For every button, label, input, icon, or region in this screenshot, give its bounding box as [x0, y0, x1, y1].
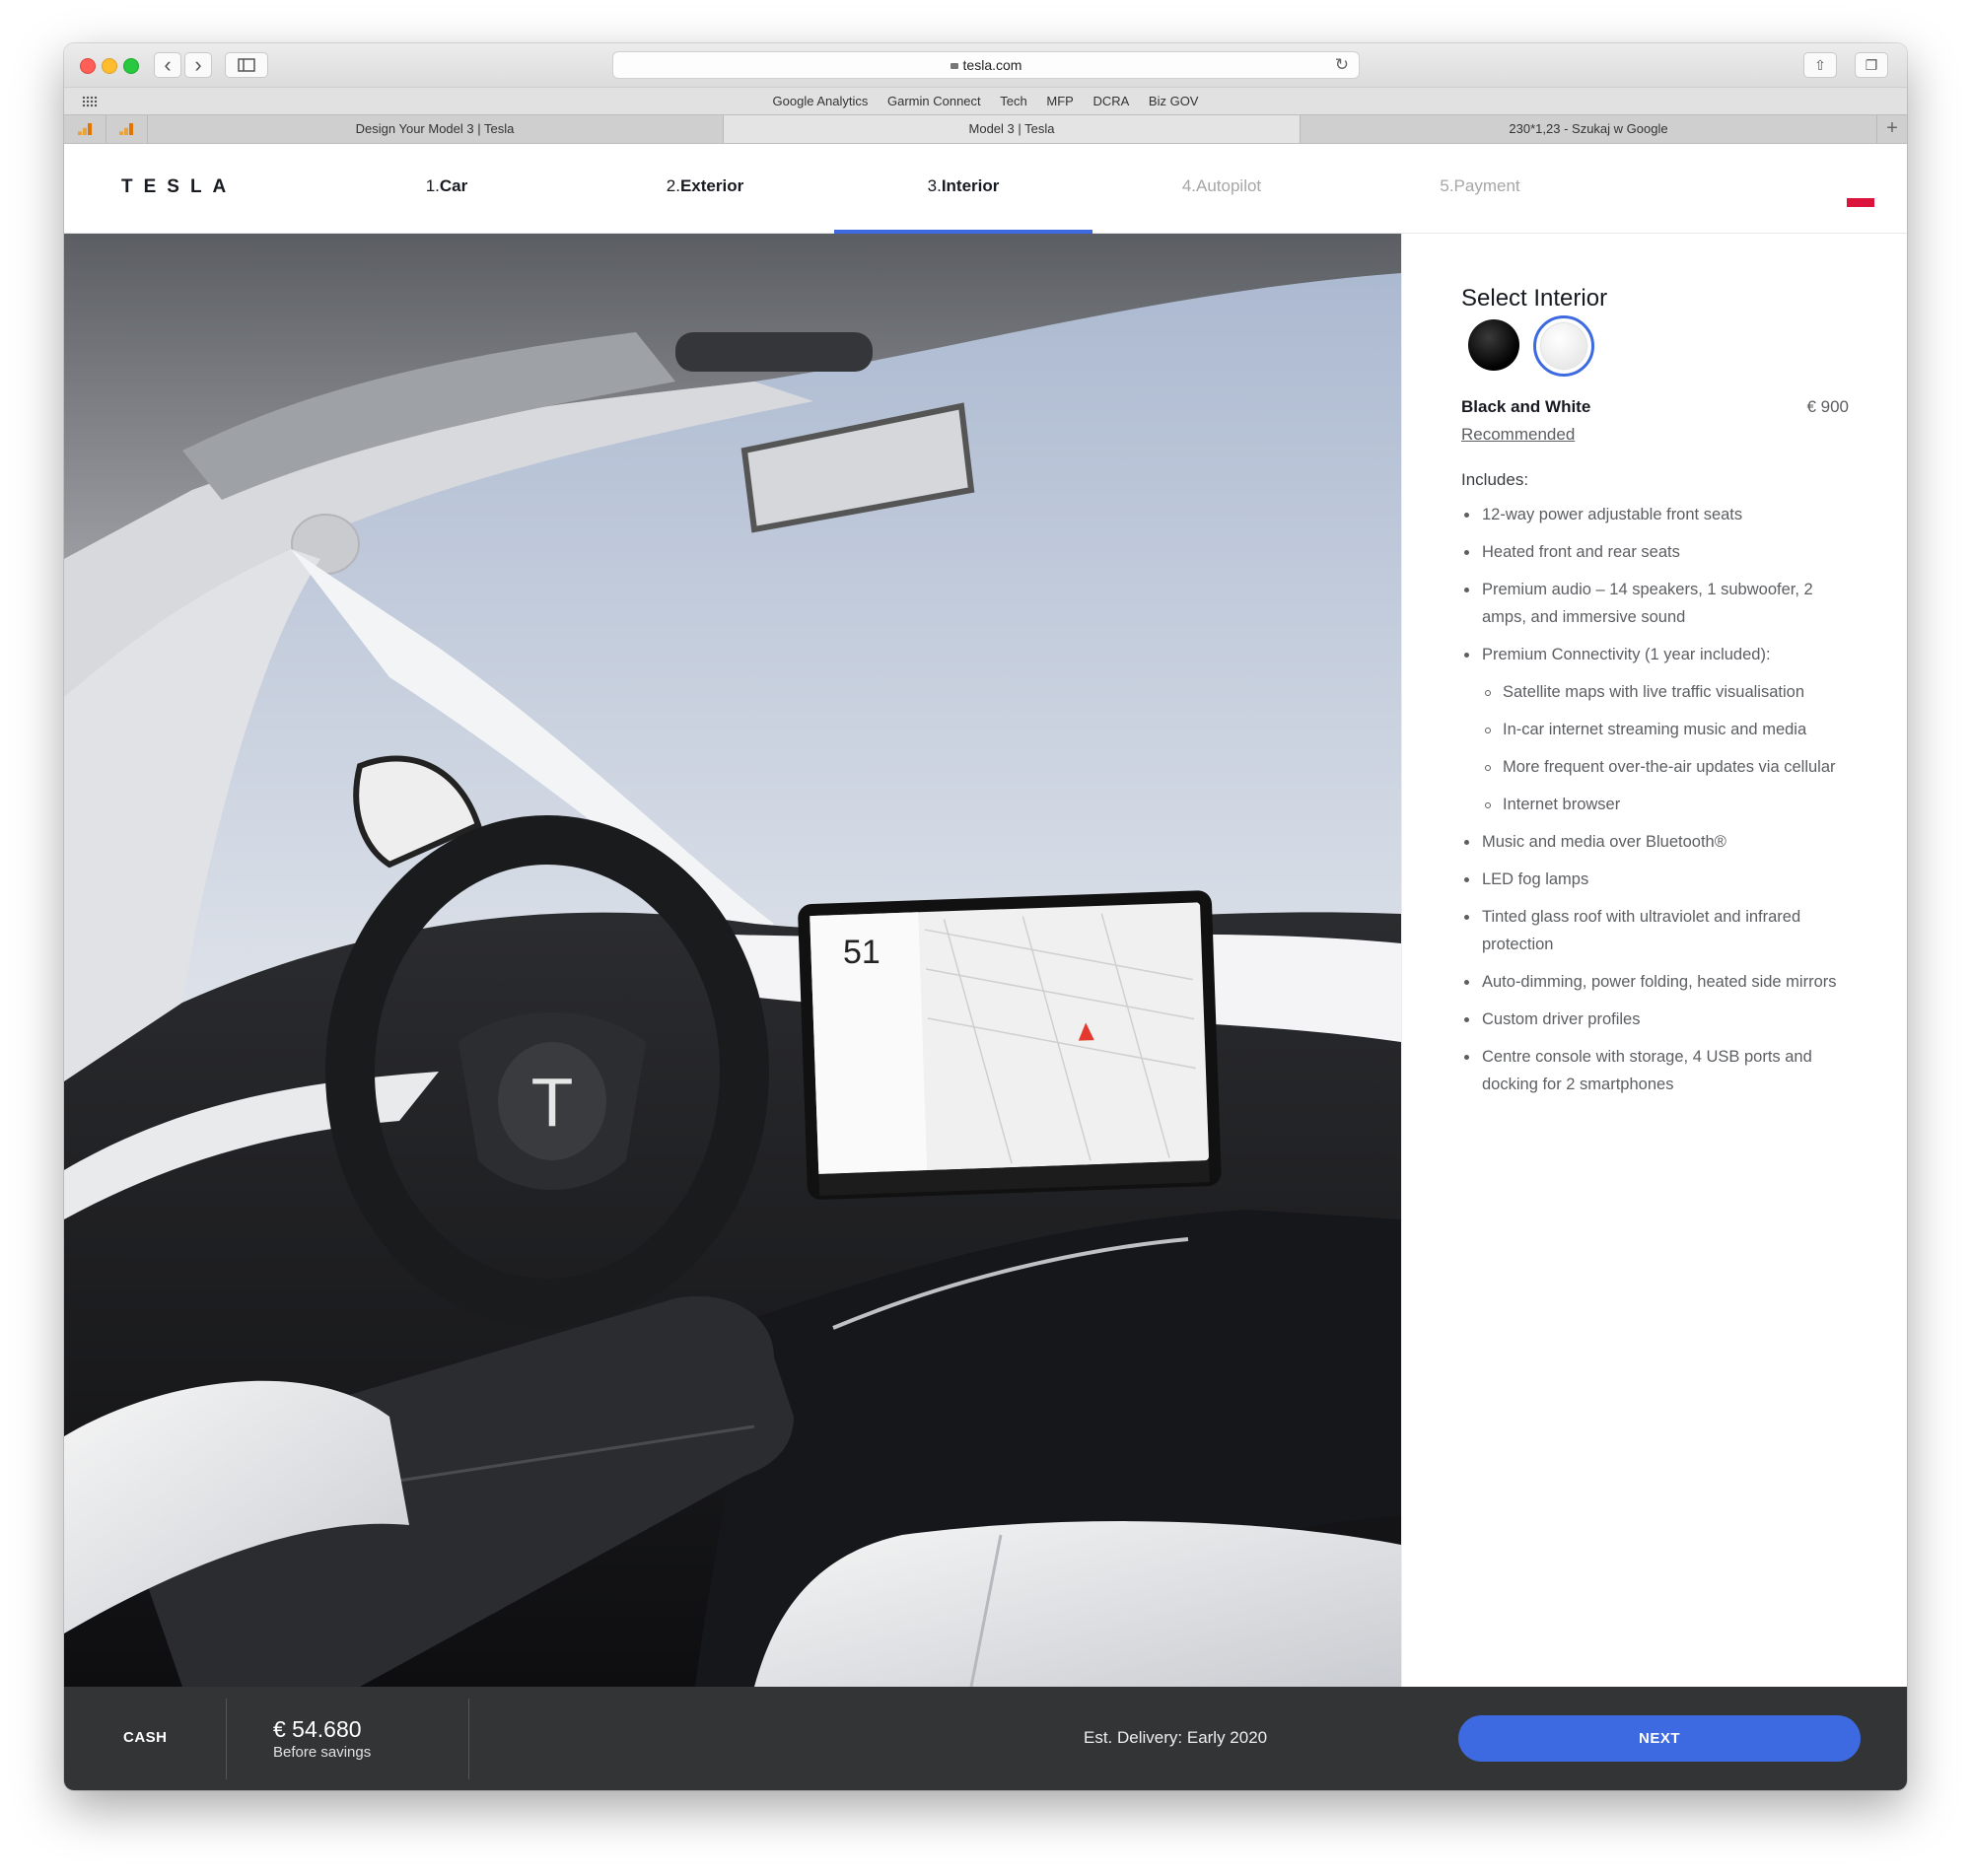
step-label: Interior	[941, 176, 1000, 195]
black-interior-swatch[interactable]	[1468, 319, 1519, 371]
step-number: 1.	[425, 176, 440, 195]
list-item: Heated front and rear seats	[1461, 538, 1856, 566]
browser-window: ‹ › tesla.com ↻ ⇧ ❐ Google Analytics Gar…	[64, 43, 1907, 1790]
list-item: LED fog lamps	[1461, 866, 1856, 893]
sidebar-icon[interactable]	[225, 52, 268, 78]
divider	[468, 1699, 469, 1779]
includes-heading: Includes:	[1461, 470, 1529, 489]
option-name: Black and White	[1461, 397, 1591, 416]
bookmark-mfp[interactable]: MFP	[1046, 94, 1073, 108]
white-interior-swatch[interactable]	[1533, 315, 1594, 377]
pinned-tab[interactable]	[106, 115, 148, 143]
poland-flag-icon[interactable]	[1847, 189, 1874, 207]
pinned-tab[interactable]	[64, 115, 106, 143]
step-car[interactable]: 1.Car	[317, 144, 576, 233]
step-interior[interactable]: 3.Interior	[834, 144, 1092, 234]
tesla-logo[interactable]: TESLA	[121, 176, 237, 198]
tab-google-search[interactable]: 230*1,23 - Szukaj w Google	[1301, 115, 1877, 143]
step-label: Payment	[1453, 176, 1520, 195]
list-item: Custom driver profiles	[1461, 1006, 1856, 1033]
tab-model-3[interactable]: Model 3 | Tesla	[724, 115, 1301, 143]
list-item: Centre console with storage, 4 USB ports…	[1461, 1043, 1856, 1098]
list-item: Music and media over Bluetooth®	[1461, 828, 1856, 856]
chevron-left-icon[interactable]: ‹	[154, 52, 181, 78]
screen-speed: 51	[843, 934, 880, 971]
panel-title: Select Interior	[1461, 285, 1608, 312]
total-price[interactable]: € 54.680	[273, 1716, 362, 1743]
delivery-estimate: Est. Delivery: Early 2020	[1084, 1728, 1268, 1747]
list-item: Premium Connectivity (1 year included):	[1461, 641, 1856, 668]
sub-list-item: In-car internet streaming music and medi…	[1482, 716, 1856, 743]
next-button[interactable]: NEXT	[1458, 1715, 1861, 1762]
step-label: Autopilot	[1196, 176, 1262, 195]
step-exterior[interactable]: 2.Exterior	[576, 144, 834, 233]
price-note: Before savings	[273, 1744, 372, 1761]
sub-list-item: More frequent over-the-air updates via c…	[1482, 753, 1856, 781]
plus-icon[interactable]: +	[1877, 115, 1907, 143]
bookmark-biz-gov[interactable]: Biz GOV	[1149, 94, 1199, 108]
step-autopilot[interactable]: 4.Autopilot	[1092, 144, 1351, 233]
recommended-link[interactable]: Recommended	[1461, 425, 1575, 445]
share-icon[interactable]: ⇧	[1803, 52, 1837, 78]
divider	[226, 1699, 227, 1779]
bookmark-tech[interactable]: Tech	[1000, 94, 1026, 108]
list-item: Premium audio – 14 speakers, 1 subwoofer…	[1461, 576, 1856, 631]
configurator-header: TESLA 1.Car 2.Exterior 3.Interior 4.Auto…	[64, 144, 1907, 234]
step-label: Car	[439, 176, 468, 195]
sub-list-item: Satellite maps with live traffic visuali…	[1482, 678, 1856, 706]
tab-design-your-model-3[interactable]: Design Your Model 3 | Tesla	[147, 115, 724, 143]
step-number: 3.	[927, 176, 942, 195]
step-label: Exterior	[679, 176, 744, 195]
reload-icon[interactable]: ↻	[1335, 55, 1349, 75]
step-payment[interactable]: 5.Payment	[1351, 144, 1609, 233]
bookmark-garmin-connect[interactable]: Garmin Connect	[887, 94, 981, 108]
payment-type-toggle[interactable]: CASH	[123, 1729, 168, 1746]
close-window-button[interactable]	[80, 58, 96, 74]
list-item: 12-way power adjustable front seats	[1461, 501, 1856, 528]
svg-text:T: T	[531, 1064, 574, 1141]
list-item: Tinted glass roof with ultraviolet and i…	[1461, 903, 1856, 958]
zoom-window-button[interactable]	[123, 58, 139, 74]
lock-icon	[950, 63, 958, 69]
option-price: € 900	[1806, 397, 1849, 416]
title-bar: ‹ › tesla.com ↻ ⇧ ❐	[64, 43, 1907, 87]
analytics-icon	[119, 123, 133, 135]
minimize-window-button[interactable]	[102, 58, 117, 74]
summary-footer: CASH € 54.680 Before savings Est. Delive…	[64, 1687, 1907, 1790]
includes-list: 12-way power adjustable front seats Heat…	[1461, 501, 1856, 1108]
sub-list-item: Internet browser	[1482, 791, 1856, 818]
step-number: 5.	[1440, 176, 1454, 195]
tabs-icon[interactable]: ❐	[1855, 52, 1888, 78]
chevron-right-icon[interactable]: ›	[184, 52, 212, 78]
list-item: Auto-dimming, power folding, heated side…	[1461, 968, 1856, 996]
bookmarks-bar: Google Analytics Garmin Connect Tech MFP…	[64, 87, 1907, 115]
analytics-icon	[78, 123, 92, 135]
url-text: tesla.com	[962, 57, 1022, 73]
interior-image: T 51	[64, 234, 1401, 1687]
interior-options-panel: Select Interior Black and White € 900 Re…	[1401, 234, 1907, 1687]
bookmark-google-analytics[interactable]: Google Analytics	[773, 94, 869, 108]
step-number: 4.	[1181, 176, 1196, 195]
tab-bar: Design Your Model 3 | Tesla Model 3 | Te…	[64, 114, 1907, 144]
step-number: 2.	[666, 176, 680, 195]
bookmark-dcra[interactable]: DCRA	[1092, 94, 1129, 108]
address-bar[interactable]: tesla.com ↻	[612, 51, 1360, 79]
